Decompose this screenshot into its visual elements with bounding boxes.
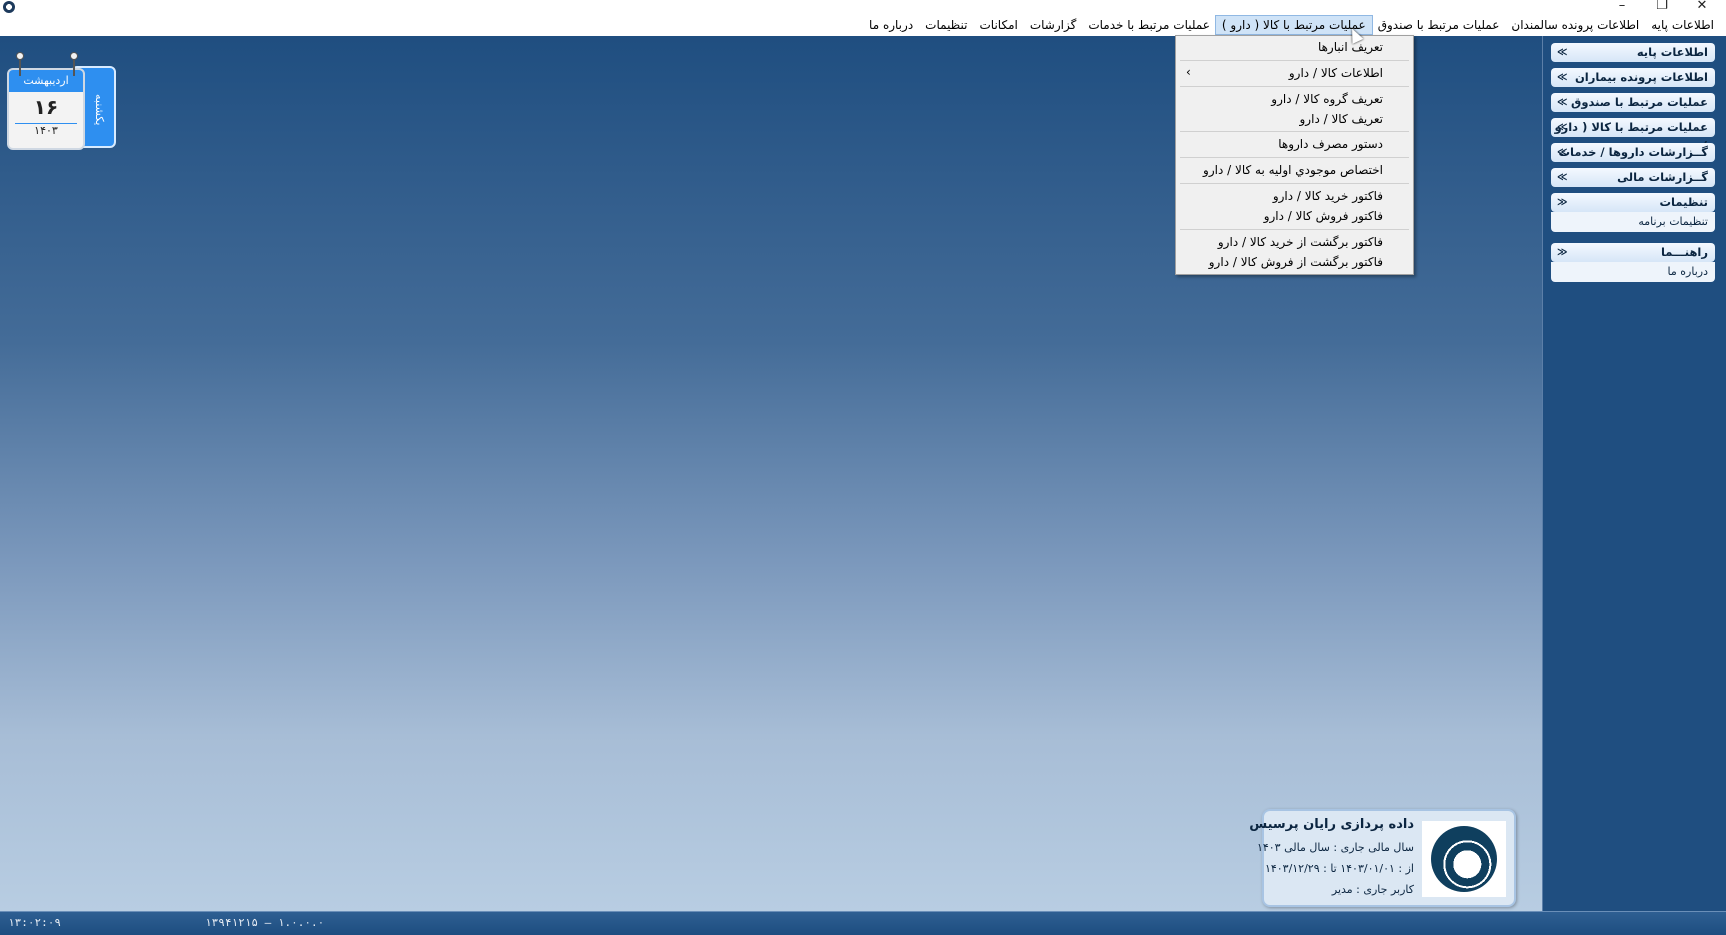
sidebar-group-body: درباره ما xyxy=(1551,262,1715,282)
menu-reports[interactable]: گزارشات xyxy=(1024,16,1082,34)
chevron-down-icon[interactable]: ≫ xyxy=(1557,43,1567,62)
menu-separator xyxy=(1180,157,1409,158)
menu-separator xyxy=(1180,86,1409,87)
sidebar-group-title: اطلاعات پرونده بیماران xyxy=(1574,70,1708,84)
sidebar-group-drug-reports[interactable]: گــزارشات داروها / خدمات ≫ xyxy=(1551,143,1715,162)
menu-item-goods-info[interactable]: اطلاعات کالا / دارو xyxy=(1289,66,1383,80)
sidebar-group-header[interactable]: عملیات مرتبط با صندوق ≫ xyxy=(1551,93,1715,112)
sidebar-group-title: گــزارشات داروها / خدمات xyxy=(1558,145,1709,159)
restore-button[interactable]: ❐ xyxy=(1644,0,1680,14)
menu-settings[interactable]: تنظیمات xyxy=(919,16,973,34)
menu-elderly-records[interactable]: اطلاعات پرونده سالمندان xyxy=(1505,16,1645,34)
calendar-ring-icon xyxy=(16,52,24,76)
logo-ring-icon xyxy=(1431,826,1497,892)
chevron-down-icon[interactable]: ≫ xyxy=(1557,68,1567,87)
chevron-down-icon[interactable]: ≫ xyxy=(1557,168,1567,187)
menu-service-operations[interactable]: عملیات مرتبط با خدمات xyxy=(1082,16,1216,34)
menu-item-purchase-invoice[interactable]: فاکتور خرید کالا / دارو xyxy=(1273,189,1383,203)
sidebar-group-goods-operations[interactable]: عملیات مرتبط با کالا ( دارو ) ≫ xyxy=(1551,118,1715,153)
sidebar-group-header[interactable]: اطلاعات پایه ≫ xyxy=(1551,43,1715,62)
sidebar-group-header[interactable]: راهنـــما ≪ xyxy=(1551,243,1715,262)
sidebar-group-header[interactable]: گــزارشات داروها / خدمات ≫ xyxy=(1551,143,1715,162)
current-user: کاربر جاری : مدیر xyxy=(1331,883,1414,896)
sidebar-group-financial-reports[interactable]: گــزارشات مالی ≫ xyxy=(1551,168,1715,187)
fiscal-date-range: از : ۱۴۰۳/۰۱/۰۱ تا : ۱۴۰۳/۱۲/۲۹ xyxy=(1264,862,1414,875)
company-logo xyxy=(1422,821,1506,897)
menu-about[interactable]: درباره ما xyxy=(863,16,919,34)
chevron-down-icon[interactable]: ≫ xyxy=(1557,143,1567,162)
calendar-widget: یکشنبه اردیبهشت ۱۶ ۱۴۰۳ xyxy=(7,52,116,150)
sidebar-group-cash-operations[interactable]: عملیات مرتبط با صندوق ≫ xyxy=(1551,93,1715,112)
chevron-down-icon[interactable]: ≫ xyxy=(1557,93,1567,112)
sidebar-group-header[interactable]: گــزارشات مالی ≫ xyxy=(1551,168,1715,187)
status-bar: ۱۳:۰۲:۰۹ ۱۳۹۴۱۲۱۵ – ۱.۰.۰.۰ xyxy=(0,911,1726,935)
submenu-arrow-icon: › xyxy=(1186,65,1191,79)
menu-tools[interactable]: امکانات xyxy=(974,16,1024,34)
app-icon xyxy=(3,1,15,13)
sidebar-group-header[interactable]: عملیات مرتبط با کالا ( دارو ) ≫ xyxy=(1551,118,1715,153)
menu-item-define-goods-group[interactable]: تعریف گروه کالا / دارو xyxy=(1271,92,1383,106)
sidebar-group-header[interactable]: اطلاعات پرونده بیماران ≫ xyxy=(1551,68,1715,87)
fiscal-year: سال مالی جاری : سال مالی ۱۴۰۳ xyxy=(1256,841,1414,854)
chevron-up-icon[interactable]: ≪ xyxy=(1557,193,1567,212)
menu-item-purchase-return-invoice[interactable]: فاکتور برگشت از خرید کالا / دارو xyxy=(1218,235,1383,249)
close-button[interactable]: ✕ xyxy=(1684,0,1720,14)
sidebar-group-body: تنظیمات برنامه xyxy=(1551,212,1715,232)
title-bar: – ❐ ✕ xyxy=(0,0,1726,14)
sidebar-group-title: تنظیمات xyxy=(1659,195,1709,209)
menu-item-sales-return-invoice[interactable]: فاکتور برگشت از فروش کالا / دارو xyxy=(1209,255,1383,269)
sidebar-group-help[interactable]: راهنـــما ≪ درباره ما xyxy=(1551,243,1715,282)
sidebar-group-title: گــزارشات مالی xyxy=(1617,170,1708,184)
menu-item-sales-invoice[interactable]: فاکتور فروش کالا / دارو xyxy=(1264,209,1383,223)
menu-item-define-goods[interactable]: تعریف کالا / دارو xyxy=(1300,112,1383,126)
sidebar-group-settings[interactable]: تنظیمات ≪ تنظیمات برنامه xyxy=(1551,193,1715,232)
menu-separator xyxy=(1180,183,1409,184)
calendar-weekday: یکشنبه xyxy=(93,94,106,126)
sidebar-group-title: اطلاعات پایه xyxy=(1636,45,1708,59)
company-info-card: داده پردازی رایان پرسیس سال مالی جاری : … xyxy=(1249,809,1516,907)
calendar-day: ۱۶ xyxy=(33,95,59,119)
menu-separator xyxy=(1180,131,1409,132)
menu-item-define-warehouses[interactable]: تعریف انبارها xyxy=(1318,40,1383,54)
status-time: ۱۳:۰۲:۰۹ xyxy=(8,916,61,929)
company-name: داده پردازی رایان پرسیس xyxy=(1249,817,1414,832)
goods-operations-dropdown: تعریف انبارها اطلاعات کالا / دارو › تعری… xyxy=(1175,35,1414,275)
calendar-year: ۱۴۰۳ xyxy=(34,124,58,137)
menu-base-info[interactable]: اطلاعات پایه xyxy=(1645,16,1720,34)
calendar-ring-icon xyxy=(70,52,78,76)
sidebar-group-title: عملیات مرتبط با صندوق xyxy=(1571,95,1708,109)
menu-item-initial-stock[interactable]: اختصاص موجودي اولیه به کالا / دارو xyxy=(1203,163,1383,177)
sidebar-group-base-info[interactable]: اطلاعات پایه ≫ xyxy=(1551,43,1715,62)
sidebar-item-app-settings[interactable]: تنظیمات برنامه xyxy=(1558,215,1708,228)
sidebar-group-header[interactable]: تنظیمات ≪ xyxy=(1551,193,1715,212)
sidebar-item-about[interactable]: درباره ما xyxy=(1558,265,1708,278)
sidebar-group-title: راهنـــما xyxy=(1660,245,1708,259)
chevron-down-icon[interactable]: ≫ xyxy=(1557,118,1567,137)
menu-cash-operations[interactable]: عملیات مرتبط با صندوق xyxy=(1372,16,1506,34)
status-version: ۱۳۹۴۱۲۱۵ – ۱.۰.۰.۰ xyxy=(205,916,325,929)
sidebar-group-patient-records[interactable]: اطلاعات پرونده بیماران ≫ xyxy=(1551,68,1715,87)
menu-separator xyxy=(1180,60,1409,61)
chevron-up-icon[interactable]: ≪ xyxy=(1557,243,1567,262)
menu-item-drug-instructions[interactable]: دستور مصرف داروها xyxy=(1278,137,1383,151)
minimize-button[interactable]: – xyxy=(1604,0,1640,14)
menu-bar: اطلاعات پایه اطلاعات پرونده سالمندان عمل… xyxy=(0,14,1726,36)
menu-separator xyxy=(1180,229,1409,230)
calendar-card: اردیبهشت ۱۶ ۱۴۰۳ xyxy=(7,68,85,150)
